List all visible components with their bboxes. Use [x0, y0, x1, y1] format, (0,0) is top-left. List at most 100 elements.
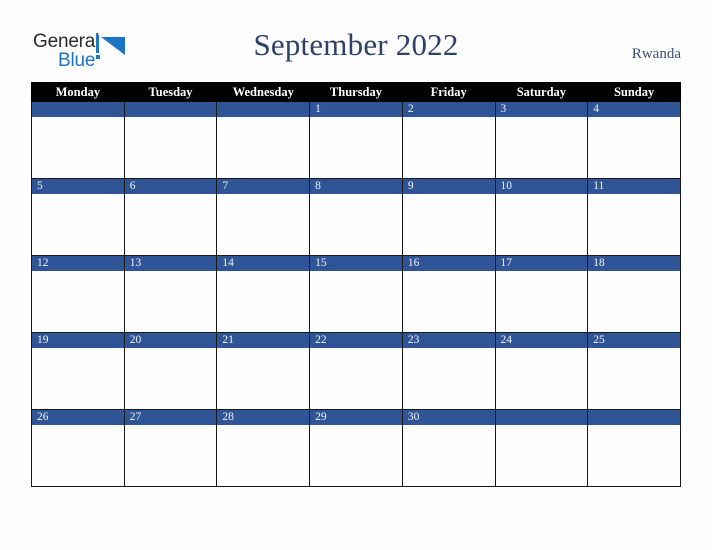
day-note-area[interactable]: [402, 348, 495, 409]
day-cell[interactable]: 22: [309, 332, 403, 410]
day-note-area[interactable]: [124, 271, 217, 332]
day-note-area[interactable]: [495, 271, 588, 332]
day-cell[interactable]: 17: [494, 255, 589, 333]
day-number: 2: [402, 102, 495, 117]
day-cell[interactable]: [216, 101, 311, 179]
day-number: 8: [310, 179, 402, 194]
day-number: 3: [495, 102, 588, 117]
day-cell[interactable]: [494, 409, 589, 487]
day-cell[interactable]: 11: [587, 178, 681, 256]
day-note-area[interactable]: [402, 194, 495, 255]
day-cell[interactable]: 15: [309, 255, 403, 333]
day-cell[interactable]: 23: [401, 332, 496, 410]
day-note-area[interactable]: [124, 425, 217, 486]
weekday-header-monday: Monday: [31, 82, 125, 102]
page-title: September 2022: [253, 27, 459, 62]
day-note-area[interactable]: [217, 117, 310, 178]
calendar-grid: Monday Tuesday Wednesday Thursday Friday…: [31, 82, 681, 487]
day-cell[interactable]: 20: [123, 332, 218, 410]
day-note-area[interactable]: [588, 194, 680, 255]
day-note-area[interactable]: [32, 348, 124, 409]
weekday-header-tuesday: Tuesday: [123, 82, 218, 102]
page-header: General Blue September 2022 Rwanda: [0, 0, 712, 82]
day-note-area[interactable]: [217, 194, 310, 255]
day-note-area[interactable]: [124, 117, 217, 178]
day-cell[interactable]: 14: [216, 255, 311, 333]
day-number: 11: [588, 179, 680, 194]
day-cell[interactable]: 4: [587, 101, 681, 179]
day-number: 22: [310, 333, 402, 348]
day-number: 7: [217, 179, 310, 194]
day-cell[interactable]: 6: [123, 178, 218, 256]
day-cell[interactable]: [587, 409, 681, 487]
day-number: 28: [217, 410, 310, 425]
day-cell[interactable]: 26: [31, 409, 125, 487]
day-number: 14: [217, 256, 310, 271]
day-cell[interactable]: 12: [31, 255, 125, 333]
day-cell[interactable]: 29: [309, 409, 403, 487]
day-cell[interactable]: 28: [216, 409, 311, 487]
day-number: 19: [32, 333, 124, 348]
day-cell[interactable]: 10: [494, 178, 589, 256]
day-cell[interactable]: [31, 101, 125, 179]
day-cell[interactable]: 8: [309, 178, 403, 256]
day-cell[interactable]: 24: [494, 332, 589, 410]
weekday-header-thursday: Thursday: [309, 82, 403, 102]
day-note-area[interactable]: [32, 425, 124, 486]
day-cell[interactable]: 3: [494, 101, 589, 179]
day-number: 16: [402, 256, 495, 271]
day-cell[interactable]: 27: [123, 409, 218, 487]
day-cell[interactable]: 2: [401, 101, 496, 179]
calendar-week-row: 26 27 28 29 30: [31, 409, 681, 487]
day-cell[interactable]: 30: [401, 409, 496, 487]
day-cell[interactable]: 25: [587, 332, 681, 410]
day-note-area[interactable]: [32, 194, 124, 255]
day-note-area[interactable]: [402, 271, 495, 332]
day-cell[interactable]: 5: [31, 178, 125, 256]
day-note-area[interactable]: [495, 348, 588, 409]
day-number: 20: [124, 333, 217, 348]
day-cell[interactable]: 19: [31, 332, 125, 410]
day-note-area[interactable]: [217, 348, 310, 409]
day-note-area[interactable]: [124, 194, 217, 255]
day-note-area[interactable]: [495, 117, 588, 178]
day-note-area[interactable]: [310, 348, 402, 409]
day-note-area[interactable]: [588, 425, 680, 486]
day-note-area[interactable]: [402, 117, 495, 178]
day-cell[interactable]: 9: [401, 178, 496, 256]
day-number: 23: [402, 333, 495, 348]
day-note-area[interactable]: [588, 348, 680, 409]
day-note-area[interactable]: [310, 425, 402, 486]
day-cell[interactable]: 13: [123, 255, 218, 333]
day-note-area[interactable]: [588, 271, 680, 332]
day-note-area[interactable]: [32, 117, 124, 178]
day-note-area[interactable]: [124, 348, 217, 409]
day-number: [217, 102, 310, 117]
calendar-week-row: 12 13 14 15 16 17 18: [31, 255, 681, 333]
day-cell[interactable]: 16: [401, 255, 496, 333]
day-cell[interactable]: 7: [216, 178, 311, 256]
day-note-area[interactable]: [402, 425, 495, 486]
day-number: 25: [588, 333, 680, 348]
day-cell[interactable]: 18: [587, 255, 681, 333]
day-note-area[interactable]: [495, 194, 588, 255]
day-cell[interactable]: [123, 101, 218, 179]
day-note-area[interactable]: [588, 117, 680, 178]
day-note-area[interactable]: [32, 271, 124, 332]
calendar-body: 1 2 3 4 5 6 7 8 9 10 11 12 13 14 15 16 1…: [31, 101, 681, 487]
day-note-area[interactable]: [310, 117, 402, 178]
day-number: 9: [402, 179, 495, 194]
day-cell[interactable]: 21: [216, 332, 311, 410]
day-note-area[interactable]: [217, 271, 310, 332]
day-cell[interactable]: 1: [309, 101, 403, 179]
day-number: [495, 410, 588, 425]
day-number: 26: [32, 410, 124, 425]
day-number: 10: [495, 179, 588, 194]
day-note-area[interactable]: [495, 425, 588, 486]
day-note-area[interactable]: [217, 425, 310, 486]
day-number: 24: [495, 333, 588, 348]
weekday-header-sunday: Sunday: [587, 82, 681, 102]
day-number: 30: [402, 410, 495, 425]
day-note-area[interactable]: [310, 271, 402, 332]
day-note-area[interactable]: [310, 194, 402, 255]
